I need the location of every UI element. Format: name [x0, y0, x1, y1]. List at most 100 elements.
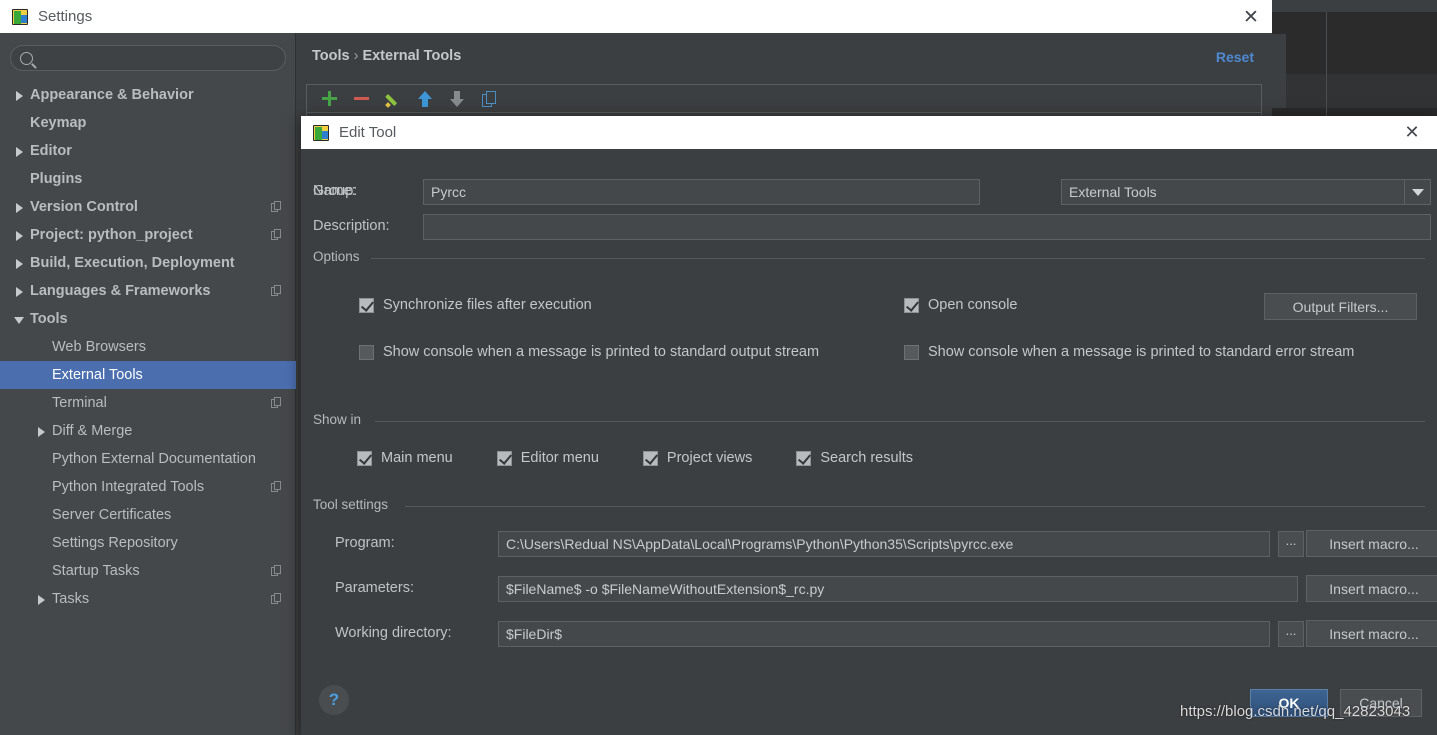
show-in-search-results-checkbox[interactable]: [796, 450, 812, 466]
sync-files-checkbox-row[interactable]: Synchronize files after execution: [359, 297, 592, 313]
chevron-right-icon[interactable]: [14, 286, 25, 297]
description-input[interactable]: [423, 214, 1431, 240]
sidebar-item-appearance-behavior[interactable]: Appearance & Behavior: [0, 81, 296, 109]
sidebar-item-terminal[interactable]: Terminal: [0, 389, 296, 417]
program-browse-button[interactable]: ...: [1278, 531, 1304, 557]
search-box[interactable]: [10, 45, 286, 71]
watermark: https://blog.csdn.net/qq_42823043: [1180, 703, 1411, 720]
working-directory-input[interactable]: [498, 621, 1270, 647]
sidebar-item-languages-frameworks[interactable]: Languages & Frameworks: [0, 277, 296, 305]
show-console-stdout-checkbox[interactable]: [359, 344, 374, 360]
sidebar-item-label: Version Control: [30, 199, 138, 215]
move-up-button[interactable]: [409, 86, 441, 112]
sidebar-item-label: Server Certificates: [52, 507, 172, 523]
edit-tool-dialog: Edit Tool ✕ Name: Group: External Tools …: [301, 116, 1437, 735]
project-scope-icon: [271, 229, 282, 241]
sidebar-item-editor[interactable]: Editor: [0, 137, 296, 165]
project-scope-icon: [271, 285, 282, 297]
sidebar-item-tasks[interactable]: Tasks: [0, 585, 296, 613]
name-input[interactable]: [423, 179, 980, 205]
pycharm-icon: [313, 124, 329, 141]
sidebar-item-settings-repository[interactable]: Settings Repository: [0, 529, 296, 557]
sidebar-item-web-browsers[interactable]: Web Browsers: [0, 333, 296, 361]
sidebar-item-label: Python Integrated Tools: [52, 479, 205, 495]
show-console-stderr-label: Show console when a message is printed t…: [928, 344, 1355, 360]
add-button[interactable]: [313, 86, 345, 112]
ide-editor-area-secondary: [1272, 74, 1437, 108]
show-in-main-menu-checkbox-row[interactable]: Main menu: [357, 450, 453, 466]
open-console-checkbox-row[interactable]: Open console: [904, 297, 1017, 313]
working-directory-browse-button[interactable]: ...: [1278, 621, 1304, 647]
close-icon[interactable]: ✕: [1240, 6, 1262, 28]
sidebar-item-server-certificates[interactable]: Server Certificates: [0, 501, 296, 529]
sync-files-label: Synchronize files after execution: [383, 297, 592, 313]
chevron-right-icon[interactable]: [36, 426, 47, 437]
sync-files-checkbox[interactable]: [359, 297, 374, 313]
group-select[interactable]: External Tools: [1061, 179, 1431, 205]
sidebar-item-plugins[interactable]: Plugins: [0, 165, 296, 193]
breadcrumb: Tools › External Tools: [312, 48, 461, 64]
group-selected-value: External Tools: [1069, 184, 1157, 200]
sidebar-item-keymap[interactable]: Keymap: [0, 109, 296, 137]
sidebar-item-tools[interactable]: Tools: [0, 305, 296, 333]
copy-button[interactable]: [473, 86, 505, 112]
sidebar-item-build-execution-deployment[interactable]: Build, Execution, Deployment: [0, 249, 296, 277]
parameters-insert-macro-button[interactable]: Insert macro...: [1306, 575, 1437, 602]
sidebar-item-startup-tasks[interactable]: Startup Tasks: [0, 557, 296, 585]
chevron-down-icon[interactable]: [1404, 180, 1430, 204]
reset-link[interactable]: Reset: [1216, 49, 1254, 65]
program-insert-macro-button[interactable]: Insert macro...: [1306, 530, 1437, 557]
program-label: Program:: [335, 535, 395, 551]
sidebar-item-python-integrated-tools[interactable]: Python Integrated Tools: [0, 473, 296, 501]
parameters-input[interactable]: [498, 576, 1298, 602]
program-input[interactable]: [498, 531, 1270, 557]
project-scope-icon: [271, 481, 282, 493]
sidebar-item-label: Tasks: [52, 591, 90, 607]
output-filters-button[interactable]: Output Filters...: [1264, 293, 1417, 320]
ide-gutter-divider: [1326, 12, 1327, 120]
show-console-stdout-checkbox-row[interactable]: Show console when a message is printed t…: [359, 344, 819, 360]
show-console-stderr-checkbox[interactable]: [904, 344, 919, 360]
chevron-right-icon[interactable]: [14, 230, 25, 241]
group-divider: [405, 506, 1425, 507]
edit-button[interactable]: [377, 86, 409, 112]
sidebar-item-external-tools[interactable]: External Tools: [0, 361, 296, 389]
show-in-search-results-checkbox-row[interactable]: Search results: [796, 450, 913, 466]
show-in-project-views-checkbox[interactable]: [642, 450, 658, 466]
ide-editor-area: [1272, 12, 1437, 74]
remove-button[interactable]: [345, 86, 377, 112]
chevron-right-icon[interactable]: [36, 594, 47, 605]
chevron-right-icon[interactable]: [14, 90, 25, 101]
sidebar-item-python-external-documentation[interactable]: Python External Documentation: [0, 445, 296, 473]
chevron-down-icon[interactable]: [14, 314, 25, 325]
sidebar-item-version-control[interactable]: Version Control: [0, 193, 296, 221]
show-in-main-menu-checkbox[interactable]: [357, 450, 372, 466]
show-in-project-views-checkbox-row[interactable]: Project views: [642, 450, 752, 466]
move-down-button[interactable]: [441, 86, 473, 112]
working-directory-insert-macro-button[interactable]: Insert macro...: [1306, 620, 1437, 647]
show-console-stderr-checkbox-row[interactable]: Show console when a message is printed t…: [904, 344, 1354, 360]
show-in-editor-menu-checkbox-row[interactable]: Editor menu: [496, 450, 599, 466]
sidebar-item-diff-merge[interactable]: Diff & Merge: [0, 417, 296, 445]
chevron-right-icon[interactable]: [14, 146, 25, 157]
chevron-right-icon[interactable]: [14, 202, 25, 213]
settings-sidebar: Appearance & Behavior Keymap Editor Plugins…: [0, 33, 296, 735]
project-scope-icon: [271, 565, 282, 577]
search-input[interactable]: [33, 50, 285, 66]
dialog-title-bar: Edit Tool ✕: [301, 116, 1437, 149]
open-console-checkbox[interactable]: [904, 297, 919, 313]
sidebar-item-project-python-project[interactable]: Project: python_project: [0, 221, 296, 249]
sidebar-item-label: Plugins: [30, 171, 83, 187]
close-icon[interactable]: ✕: [1401, 122, 1423, 144]
show-in-editor-menu-checkbox[interactable]: [496, 450, 512, 466]
help-button[interactable]: ?: [319, 685, 349, 715]
breadcrumb-root[interactable]: Tools: [312, 48, 350, 64]
chevron-right-icon[interactable]: [14, 258, 25, 269]
show-console-stdout-label: Show console when a message is printed t…: [383, 344, 820, 360]
